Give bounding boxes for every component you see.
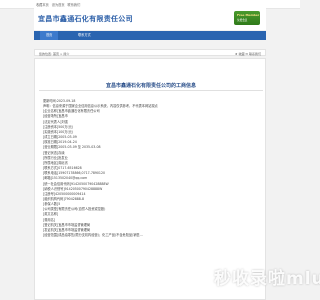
watermark: 秒收录啦mlu xyxy=(214,269,320,289)
member-badge: Free Member 免费会员 xyxy=(234,11,260,25)
breadcrumb-bar: 您的位置: 首页 > 简介 ★ 收藏 ✉ 联系我们 xyxy=(34,49,266,56)
site-header: 宜昌市鑫通石化有限责任公司 Free Member 免费会员 xyxy=(34,8,266,30)
page-actions[interactable]: ★ 收藏 ✉ 联系我们 xyxy=(235,52,261,56)
title-divider xyxy=(39,90,263,91)
badge-title: Free Member xyxy=(237,13,260,17)
nav-item-home[interactable]: 首页 xyxy=(40,31,59,40)
badge-subtitle: 免费会员 xyxy=(237,19,248,22)
nav-item-contact[interactable]: 联系方式 xyxy=(72,31,97,40)
contact-link[interactable]: 联系我们 xyxy=(68,3,81,7)
page-title: 宜昌市鑫通石化有限责任公司的工商信息 xyxy=(105,83,196,89)
info-line: [经营范围]成品油零售(限分支机构经营)；化工产品(不含危险品)销售... xyxy=(43,233,143,238)
top-links: 收藏本页 设为首页 联系我们 xyxy=(36,2,82,7)
homepage-link[interactable]: 设为首页 xyxy=(52,3,65,7)
info-list: 更新时间:2023-09-18 声明：信息来源于国家企业信用信息公示系统，内容仅… xyxy=(43,99,259,238)
bookmark-link[interactable]: 收藏本页 xyxy=(36,3,49,7)
main-nav: 首页 联系方式 xyxy=(34,31,266,40)
breadcrumb[interactable]: 您的位置: 首页 > 简介 xyxy=(39,52,69,56)
site-logo[interactable]: 宜昌市鑫通石化有限责任公司 xyxy=(38,14,133,24)
